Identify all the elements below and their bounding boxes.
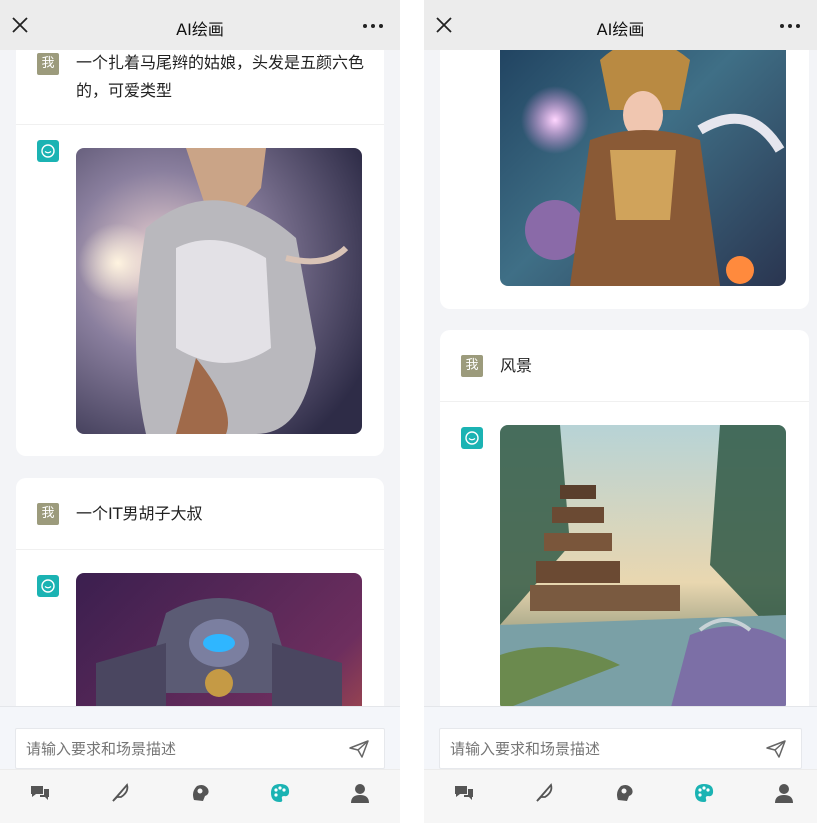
prompt-input[interactable] (450, 729, 730, 768)
feather-icon[interactable] (109, 782, 131, 804)
user-message-text: 一个IT男胡子大叔 (76, 504, 203, 523)
chat-bubble-icon (465, 431, 479, 445)
user-message-row: 我 一个IT男胡子大叔 (16, 478, 384, 550)
palette-icon[interactable] (693, 782, 715, 804)
user-avatar: 我 (37, 53, 59, 75)
tab-bar (0, 769, 400, 823)
input-bar (0, 706, 400, 769)
prompt-input[interactable] (26, 729, 306, 768)
tab-bar (424, 769, 817, 823)
generated-image[interactable] (76, 573, 362, 706)
ai-avatar (37, 140, 59, 162)
user-message-row: 我 风景 (440, 330, 809, 402)
user-message-text: 风景 (500, 356, 533, 375)
page-title: AI绘画 (176, 20, 224, 39)
chat-card: 我 风景 (440, 330, 809, 706)
generated-image[interactable] (500, 50, 786, 286)
ai-avatar (37, 575, 59, 597)
phone-screen-left: AI绘画 我 一个扎着马尾辫的姑娘，头发是五颜六色的，可爱类型 我 一个IT男胡… (0, 0, 400, 823)
app-screens: AI绘画 我 一个扎着马尾辫的姑娘，头发是五颜六色的，可爱类型 我 一个IT男胡… (0, 0, 817, 823)
top-bar: AI绘画 (0, 0, 400, 50)
prompt-input-box (15, 728, 385, 769)
chat-card: 我 一个IT男胡子大叔 (16, 478, 384, 706)
chat-list[interactable]: 我 一个扎着马尾辫的姑娘，头发是五颜六色的，可爱类型 我 一个IT男胡子大叔 (0, 50, 400, 706)
chat-bubble-icon (41, 579, 55, 593)
more-icon[interactable] (779, 16, 801, 36)
user-icon[interactable] (773, 782, 795, 804)
phone-screen-right: AI绘画 我 风景 请输入要求和场景描述 (424, 0, 817, 823)
send-icon[interactable] (348, 739, 370, 759)
top-bar: AI绘画 (424, 0, 817, 50)
user-message-row: 我 一个扎着马尾辫的姑娘，头发是五颜六色的，可爱类型 (16, 50, 384, 125)
more-icon[interactable] (362, 16, 384, 36)
user-avatar: 我 (37, 503, 59, 525)
feather-icon[interactable] (533, 782, 555, 804)
user-avatar: 我 (461, 355, 483, 377)
user-icon[interactable] (349, 782, 371, 804)
page-title: AI绘画 (596, 20, 645, 39)
chat-card: 我 一个扎着马尾辫的姑娘，头发是五颜六色的，可爱类型 (16, 50, 384, 456)
input-bar (424, 706, 817, 769)
ai-avatar (461, 427, 483, 449)
chat-icon[interactable] (453, 782, 475, 804)
chat-bubble-icon (41, 144, 55, 158)
generated-image[interactable] (76, 148, 362, 434)
chat-card (440, 50, 809, 309)
brain-icon[interactable] (189, 782, 211, 804)
brain-icon[interactable] (613, 782, 635, 804)
generated-image[interactable] (500, 425, 786, 706)
user-message-text: 一个扎着马尾辫的姑娘，头发是五颜六色的，可爱类型 (76, 53, 365, 100)
palette-icon[interactable] (269, 782, 291, 804)
prompt-input-box (439, 728, 802, 769)
chat-list[interactable]: 我 风景 (424, 50, 817, 706)
send-icon[interactable] (765, 739, 787, 759)
chat-icon[interactable] (29, 782, 51, 804)
